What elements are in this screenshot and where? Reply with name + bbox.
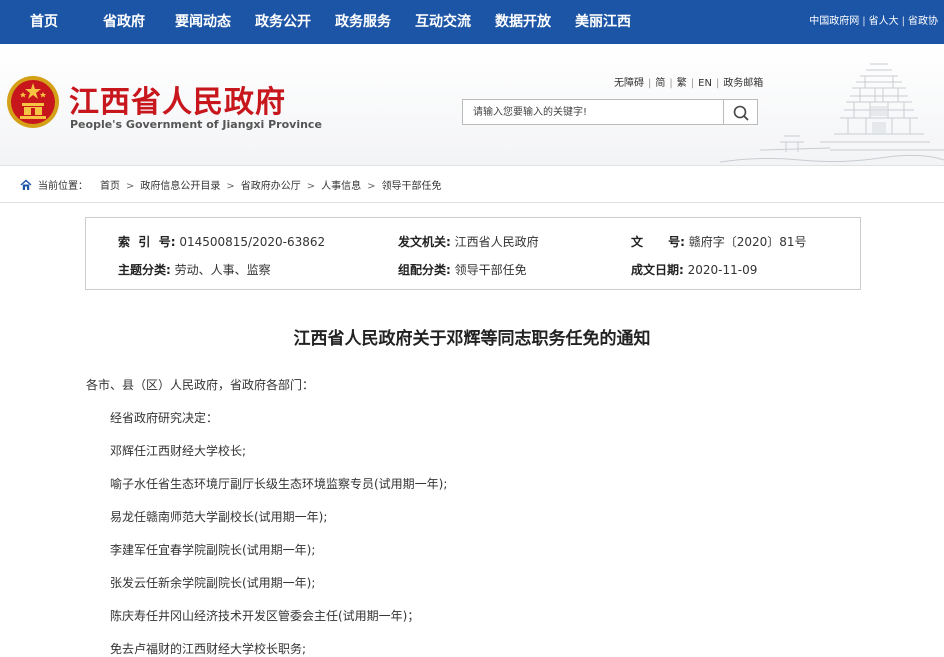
link-china-gov[interactable]: 中国政府网 — [809, 16, 859, 27]
link-traditional[interactable]: 繁 — [677, 78, 687, 89]
document-paragraph: 邓辉任江西财经大学校长; — [110, 444, 247, 458]
meta-issuer: 发文机关: 江西省人民政府 — [398, 233, 539, 250]
document-paragraph: 喻子水任省生态环境厅副厅长级生态环境监察专员(试用期一年); — [110, 477, 448, 491]
document-meta-box: 索 引 号: 014500815/2020-63862 发文机关: 江西省人民政… — [85, 217, 861, 290]
national-emblem-icon[interactable] — [6, 75, 60, 129]
breadcrumb-general-office[interactable]: 省政府办公厅 — [241, 181, 301, 192]
breadcrumb-label: 当前位置： — [38, 181, 88, 192]
separator: | — [648, 78, 652, 89]
breadcrumb-info-directory[interactable]: 政府信息公开目录 — [140, 181, 220, 192]
separator: | — [669, 78, 673, 89]
meta-topic: 主题分类: 劳动、人事、监察 — [118, 261, 271, 278]
separator: | — [690, 78, 695, 89]
nav-item-provincial-gov[interactable]: 省政府 — [103, 0, 145, 44]
site-title[interactable]: 江西省人民政府 — [69, 77, 286, 121]
meta-date-value: 2020-11-09 — [687, 263, 758, 277]
document-paragraph: 张发云任新余学院副院长(试用期一年); — [110, 576, 316, 590]
link-provincial-npc[interactable]: 省人大 — [869, 16, 899, 27]
meta-index-value: 014500815/2020-63862 — [179, 235, 326, 249]
top-right-links: 中国政府网 | 省人大 | 省政协 — [809, 0, 938, 44]
link-english[interactable]: EN — [698, 78, 712, 89]
breadcrumb-home[interactable]: 首页 — [100, 181, 120, 192]
document-salutation: 各市、县（区）人民政府，省政府各部门： — [86, 378, 315, 392]
document-paragraph: 李建军任宜春学院副院长(试用期一年); — [110, 543, 316, 557]
document-paragraph: 经省政府研究决定： — [110, 411, 219, 425]
nav-item-beautiful-jiangxi[interactable]: 美丽江西 — [575, 0, 631, 44]
meta-topic-value: 劳动、人事、监察 — [174, 263, 271, 277]
meta-docno-label: 文 号: — [631, 235, 685, 249]
document-paragraph: 免去卢福财的江西财经大学校长职务; — [110, 642, 307, 656]
meta-genre-label: 组配分类: — [398, 263, 451, 277]
meta-docno: 文 号: 赣府字〔2020〕81号 — [631, 233, 807, 250]
home-icon — [20, 179, 32, 190]
nav-item-gov-services[interactable]: 政务服务 — [335, 0, 391, 44]
meta-docno-value: 赣府字〔2020〕81号 — [688, 235, 807, 249]
meta-date: 成文日期: 2020-11-09 — [631, 261, 757, 278]
separator: | — [901, 16, 905, 27]
site-header: 江西省人民政府 People's Government of Jiangxi P… — [0, 44, 944, 165]
nav-item-home[interactable]: 首页 — [30, 0, 58, 44]
meta-date-label: 成文日期: — [631, 263, 684, 277]
site-subtitle: People's Government of Jiangxi Province — [70, 118, 322, 131]
top-nav-bar: 首页 省政府 要闻动态 政务公开 政务服务 互动交流 数据开放 美丽江西 中国政… — [0, 0, 944, 44]
chevron-right-icon: > — [126, 181, 135, 192]
link-simplified[interactable]: 简 — [655, 78, 665, 89]
separator: | — [862, 16, 866, 27]
nav-item-interaction[interactable]: 互动交流 — [415, 0, 471, 44]
breadcrumb-personnel-info[interactable]: 人事信息 — [321, 181, 361, 192]
meta-issuer-label: 发文机关: — [398, 235, 451, 249]
document-paragraph: 易龙任赣南师范大学副校长(试用期一年); — [110, 510, 328, 524]
meta-issuer-value: 江西省人民政府 — [454, 235, 539, 249]
link-provincial-cppcc[interactable]: 省政协 — [908, 16, 938, 27]
breadcrumb-cadre-appointments[interactable]: 领导干部任免 — [382, 181, 442, 192]
meta-topic-label: 主题分类: — [118, 263, 171, 277]
document-paragraph: 陈庆寿任井冈山经济技术开发区管委会主任(试用期一年)； — [110, 609, 420, 623]
document-title: 江西省人民政府关于邓辉等同志职务任免的通知 — [293, 329, 651, 349]
meta-index-label: 索 引 号: — [118, 235, 176, 249]
separator: | — [715, 78, 720, 89]
nav-item-gov-affairs-open[interactable]: 政务公开 — [255, 0, 311, 44]
pavilion-illustration — [720, 63, 944, 163]
link-accessibility[interactable]: 无障碍 — [614, 78, 644, 89]
meta-index: 索 引 号: 014500815/2020-63862 — [118, 233, 325, 250]
meta-genre: 组配分类: 领导干部任免 — [398, 261, 527, 278]
chevron-right-icon: > — [306, 181, 316, 192]
nav-item-news[interactable]: 要闻动态 — [175, 0, 231, 44]
search-input[interactable] — [462, 99, 724, 125]
meta-genre-value: 领导干部任免 — [454, 263, 527, 277]
breadcrumb: 当前位置： 首页 > 政府信息公开目录 > 省政府办公厅 > 人事信息 > 领导干部任免 — [0, 165, 944, 203]
chevron-right-icon: > — [367, 181, 376, 192]
nav-item-open-data[interactable]: 数据开放 — [495, 0, 551, 44]
chevron-right-icon: > — [226, 181, 235, 192]
